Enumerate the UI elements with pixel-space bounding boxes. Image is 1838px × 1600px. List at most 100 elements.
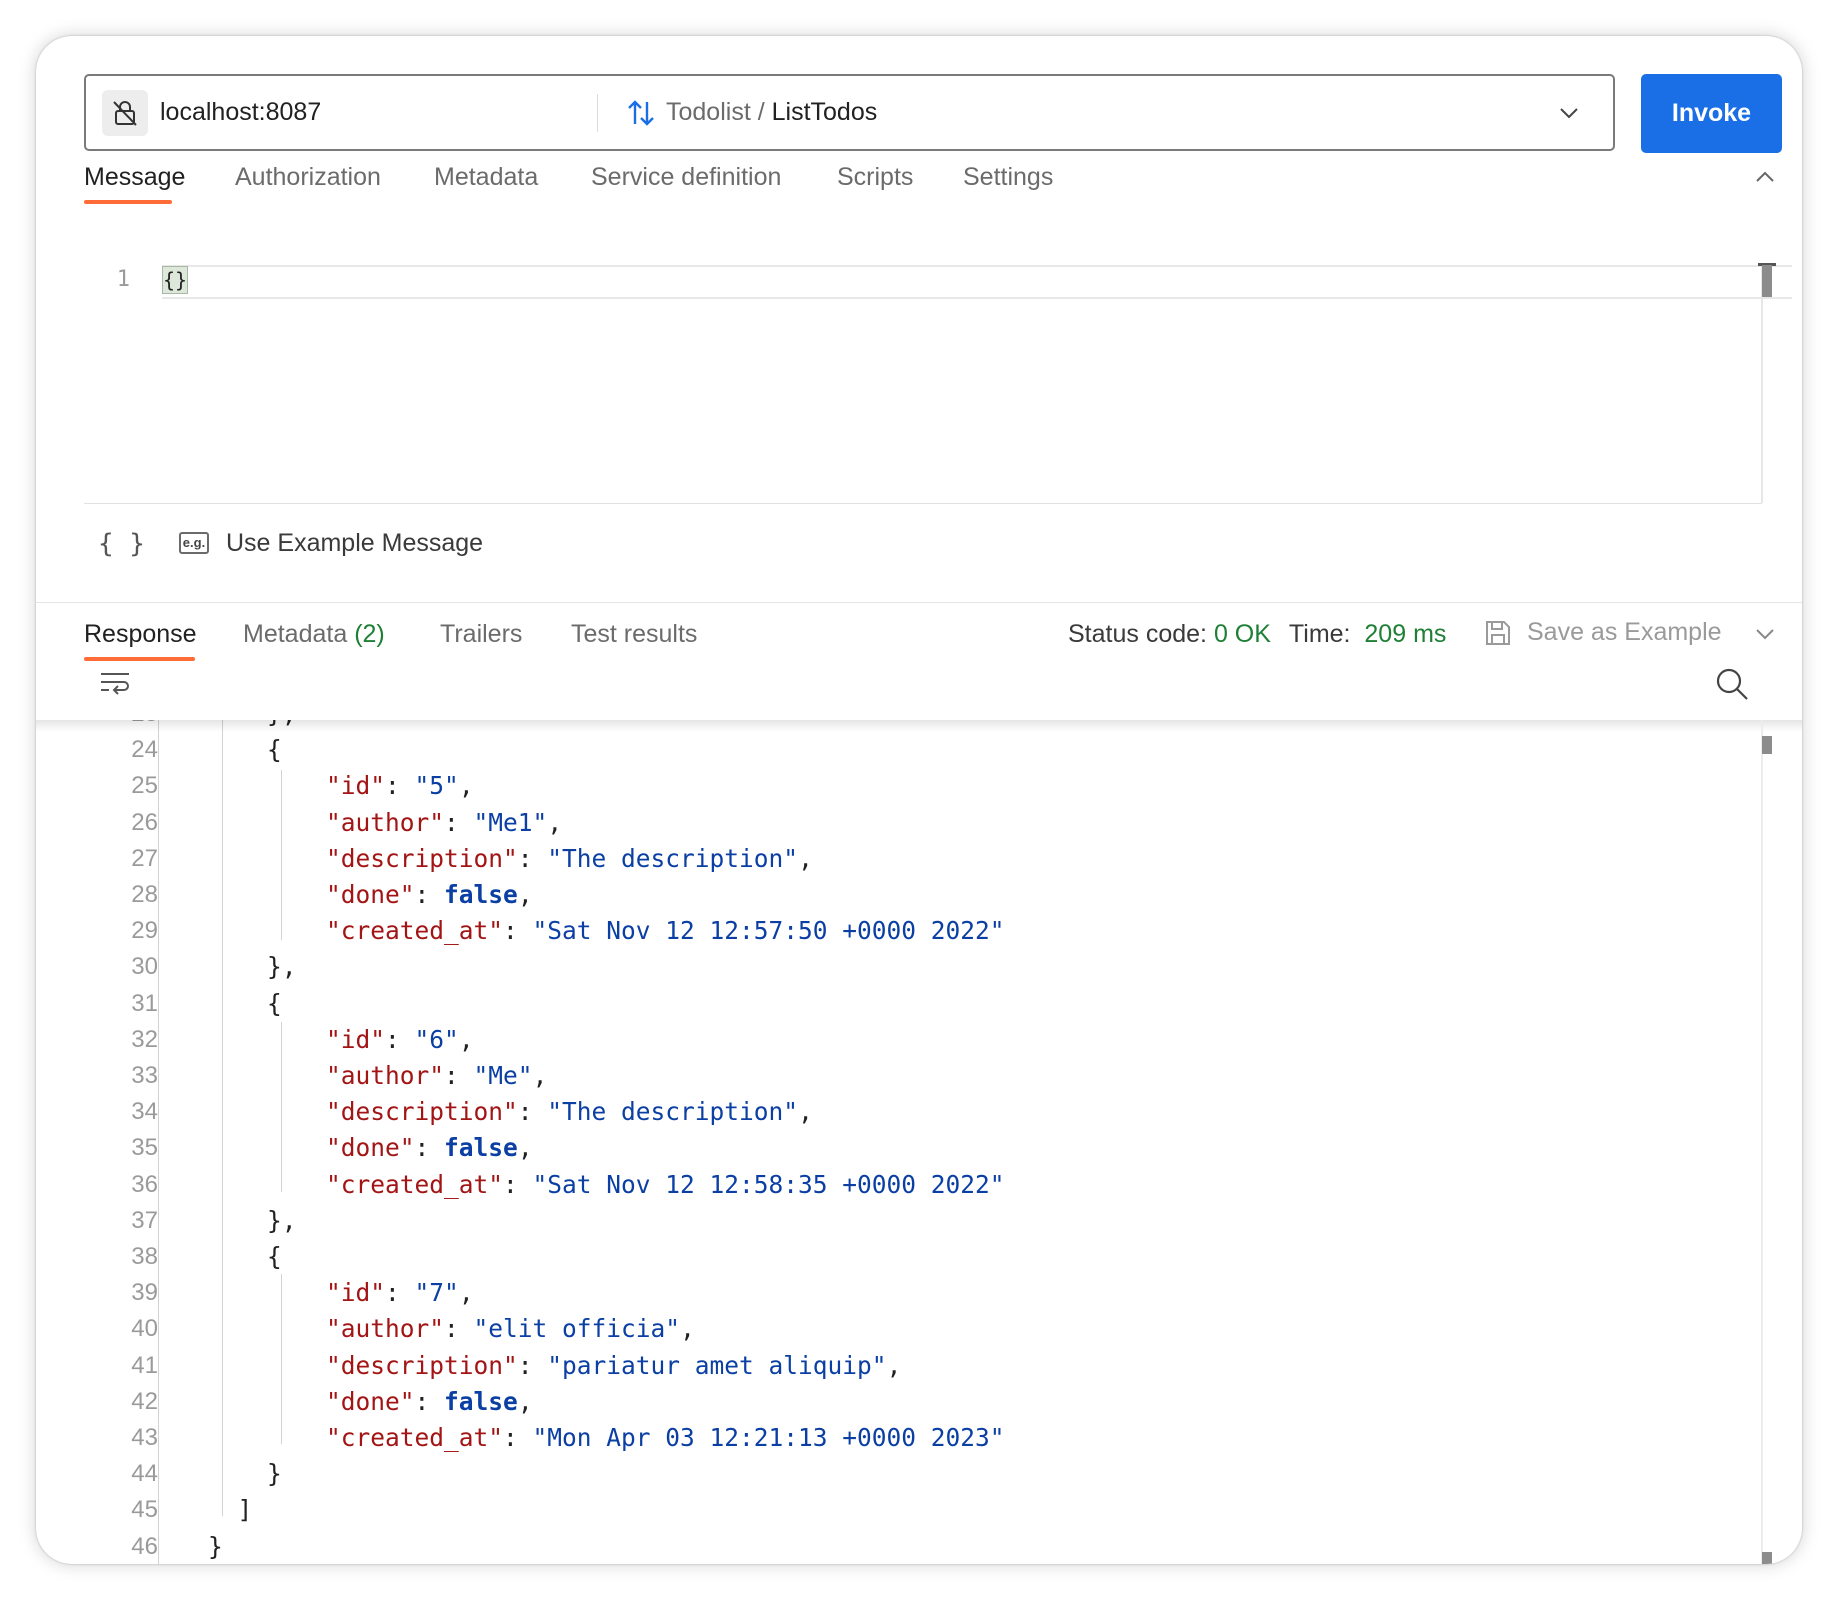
json-punctuation: : <box>414 1386 445 1416</box>
tab-settings[interactable]: Settings <box>963 157 1053 197</box>
code-line: 34 "description": "The description", <box>36 1094 1736 1130</box>
code-text: { <box>208 1239 282 1275</box>
json-punctuation: , <box>680 1314 695 1344</box>
url-bar[interactable]: localhost:8087 Todolist / ListTodos <box>84 74 1615 151</box>
use-example-message-button[interactable]: Use Example Message <box>226 523 483 563</box>
json-key: "id" <box>326 1024 386 1054</box>
json-key: "done" <box>326 1386 415 1416</box>
json-string: "Sat Nov 12 12:57:50 +0000 2022" <box>532 916 1005 946</box>
no-lock-icon[interactable] <box>102 90 148 136</box>
tab-response-metadata[interactable]: Metadata (2) <box>243 614 385 654</box>
method-selector[interactable]: Todolist / ListTodos <box>666 76 877 149</box>
save-as-example-button[interactable]: Save as Example <box>1527 612 1722 652</box>
code-line: 37 }, <box>36 1203 1736 1239</box>
server-url[interactable]: localhost:8087 <box>160 76 321 149</box>
code-text: "description": "The description", <box>208 1094 813 1130</box>
json-punctuation: : <box>444 1314 474 1344</box>
editor-divider <box>84 503 1762 504</box>
tab-trailers[interactable]: Trailers <box>440 614 522 654</box>
code-line: 30 }, <box>36 949 1736 985</box>
status-code-label: Status code: <box>1068 620 1207 648</box>
json-key: "created_at" <box>326 916 504 946</box>
code-line: 31 { <box>36 986 1736 1022</box>
active-response-tab-indicator <box>84 657 195 661</box>
code-text: "created_at": "Mon Apr 03 12:21:13 +0000… <box>208 1420 1005 1456</box>
json-punctuation: { <box>208 988 282 1018</box>
json-boolean: false <box>444 1133 518 1163</box>
search-icon[interactable] <box>1714 666 1750 707</box>
tab-authorization[interactable]: Authorization <box>235 157 381 197</box>
json-punctuation: : <box>503 1423 533 1452</box>
json-punctuation: : <box>414 880 445 909</box>
json-punctuation <box>208 1133 326 1162</box>
json-key: "description" <box>326 1097 518 1127</box>
service-name: Todolist <box>666 98 751 126</box>
json-string: "Mon Apr 03 12:21:13 +0000 2023" <box>532 1423 1005 1452</box>
tab-service-definition[interactable]: Service definition <box>591 157 781 197</box>
url-divider <box>597 94 598 132</box>
json-key: "description" <box>326 843 518 873</box>
json-key: "author" <box>326 1061 445 1090</box>
json-punctuation: , <box>458 771 474 801</box>
tab-test-results[interactable]: Test results <box>571 614 697 654</box>
json-string: "6" <box>414 1024 459 1054</box>
code-line: 36 "created_at": "Sat Nov 12 12:58:35 +0… <box>36 1167 1736 1203</box>
json-key: "id" <box>326 771 386 801</box>
response-body-viewer[interactable]: 23 },24 {25 "id": "5",26 "author": "Me1"… <box>36 720 1802 1564</box>
request-body-editor[interactable]: {} <box>162 266 188 294</box>
json-key: "created_at" <box>326 1169 504 1199</box>
code-text: "author": "elit officia", <box>208 1311 695 1347</box>
json-string: "elit officia" <box>473 1314 681 1344</box>
line-number: 32 <box>131 1025 158 1053</box>
code-text: "id": "7", <box>208 1275 474 1311</box>
editor-scrollbar[interactable] <box>1762 265 1772 297</box>
grpc-request-window: localhost:8087 Todolist / ListTodos Invo… <box>36 36 1802 1564</box>
json-punctuation <box>208 844 326 873</box>
code-line: 32 "id": "6", <box>36 1022 1736 1058</box>
tab-scripts[interactable]: Scripts <box>837 157 913 197</box>
chevron-down-icon[interactable] <box>1558 102 1580 129</box>
wrap-lines-icon[interactable] <box>99 668 131 705</box>
response-scrollbar[interactable] <box>1762 736 1772 754</box>
json-boolean: false <box>444 880 518 909</box>
json-punctuation: : <box>517 1350 548 1380</box>
json-punctuation: : <box>385 1024 415 1054</box>
tab-response-metadata-label: Metadata <box>243 620 348 648</box>
invoke-button[interactable]: Invoke <box>1641 74 1782 153</box>
code-text: }, <box>208 1203 297 1239</box>
code-line: 42 "done": false, <box>36 1384 1736 1420</box>
json-punctuation: : <box>517 843 548 873</box>
response-scrollbar-track <box>1761 720 1763 1564</box>
line-number: 27 <box>131 844 158 872</box>
json-punctuation <box>208 916 326 945</box>
json-key: "done" <box>326 1133 415 1163</box>
json-braces-icon[interactable]: { } <box>98 529 145 559</box>
json-punctuation: : <box>385 771 415 801</box>
tab-metadata[interactable]: Metadata <box>434 157 538 197</box>
code-text: "done": false, <box>208 1384 533 1420</box>
line-number: 25 <box>131 772 158 800</box>
json-punctuation: , <box>517 880 533 909</box>
tab-response[interactable]: Response <box>84 614 197 654</box>
line-number: 30 <box>131 953 158 981</box>
code-text: "created_at": "Sat Nov 12 12:58:35 +0000… <box>208 1167 1005 1203</box>
json-string: "Sat Nov 12 12:58:35 +0000 2022" <box>532 1169 1005 1199</box>
line-number: 29 <box>131 917 158 945</box>
code-line: 24 { <box>36 732 1736 768</box>
code-text: "author": "Me1", <box>208 805 562 841</box>
line-number: 44 <box>131 1460 158 1488</box>
response-time-value: 209 ms <box>1364 620 1447 648</box>
toolbar-shadow <box>36 720 1802 732</box>
json-key: "author" <box>326 1314 445 1344</box>
code-line: 35 "done": false, <box>36 1130 1736 1166</box>
json-punctuation <box>208 1061 326 1090</box>
json-punctuation: } <box>208 1531 223 1561</box>
json-punctuation: ] <box>208 1495 253 1525</box>
method-separator: / <box>750 98 772 126</box>
eg-icon: e.g. <box>179 532 209 554</box>
json-punctuation <box>208 808 326 837</box>
chevron-down-icon[interactable] <box>1754 623 1776 650</box>
tab-message[interactable]: Message <box>84 157 185 197</box>
code-line: 41 "description": "pariatur amet aliquip… <box>36 1348 1736 1384</box>
chevron-up-icon[interactable] <box>1754 166 1776 193</box>
